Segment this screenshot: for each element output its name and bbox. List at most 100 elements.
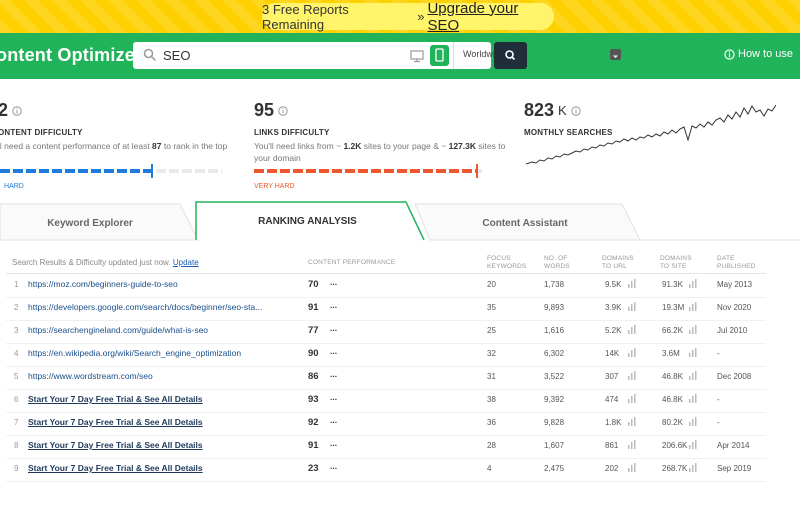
location-divider [453,42,454,69]
content-difficulty-level: HARD [4,183,24,190]
result-url-link[interactable]: https://en.wikipedia.org/wiki/Search_eng… [28,348,296,358]
domains-to-url-value: 14K [605,349,620,358]
upgrade-link[interactable]: Upgrade your SEO [427,0,554,34]
bar-chart-icon[interactable] [627,371,636,380]
info-icon[interactable] [12,105,22,116]
search-icon [505,50,516,61]
bar-chart-icon[interactable] [627,279,636,288]
free-trial-link[interactable]: Start Your 7 Day Free Trial & See All De… [28,463,296,473]
bar-chart-icon[interactable] [627,417,636,426]
promo-arrow: » [417,9,425,24]
bar-chart-icon[interactable] [688,417,697,426]
more-options-button[interactable]: ... [330,392,337,402]
focus-keywords-value: 35 [487,303,496,312]
word-count-value: 3,522 [544,372,565,381]
bar-chart-icon[interactable] [688,440,697,449]
bar-chart-icon[interactable] [627,348,636,357]
col-words[interactable]: NO. OF WORDS [544,255,580,271]
tab-ranking-analysis[interactable]: RANKING ANALYSIS [205,216,410,227]
free-trial-link[interactable]: Start Your 7 Day Free Trial & See All De… [28,440,296,450]
tab-content-assistant[interactable]: Content Assistant [430,218,620,229]
word-count-value: 2,475 [544,464,565,473]
word-count-value: 9,392 [544,395,565,404]
free-trial-link[interactable]: Start Your 7 Day Free Trial & See All De… [28,394,296,404]
links-difficulty-value: 95 [254,100,275,120]
focus-keywords-value: 20 [487,280,496,289]
how-to-use-link[interactable]: How to use [724,48,793,60]
col-domains-url[interactable]: DOMAINS TO URL [602,255,642,271]
bar-chart-icon[interactable] [688,394,697,403]
search-input[interactable] [163,46,403,65]
content-difficulty-bar [0,164,222,178]
mobile-icon[interactable] [430,45,449,66]
more-options-button[interactable]: ... [330,346,337,356]
more-options-button[interactable]: ... [330,369,337,379]
row-index: 8 [14,441,19,450]
table-row[interactable]: 3 https://searchengineland.com/guide/what… [0,320,800,343]
content-performance-score: 70 [308,279,319,290]
table-row[interactable]: 7 Start Your 7 Day Free Trial & See All D… [0,412,800,435]
content-performance-score: 86 [308,371,319,382]
bar-chart-icon[interactable] [688,279,697,288]
more-options-button[interactable]: ... [330,438,337,448]
date-published-value: Nov 2020 [717,303,752,312]
bar-chart-icon[interactable] [627,394,636,403]
search-icon [143,48,157,62]
more-options-button[interactable]: ... [330,461,337,471]
bar-chart-icon[interactable] [627,302,636,311]
word-count-value: 9,893 [544,303,565,312]
focus-keywords-value: 38 [487,395,496,404]
bar-chart-icon[interactable] [688,348,697,357]
content-difficulty-panel: 2 ONTENT DIFFICULTY ll need a content pe… [0,100,238,152]
info-icon[interactable] [278,105,288,116]
domains-to-site-value: 3.6M [662,349,680,358]
content-performance-score: 92 [308,417,319,428]
more-options-button[interactable]: ... [330,300,337,310]
domains-to-site-value: 80.2K [662,418,683,427]
focus-keywords-value: 4 [487,464,492,473]
result-url-link[interactable]: https://searchengineland.com/guide/what-… [28,325,296,335]
date-published-value: - [717,418,720,427]
free-trial-link[interactable]: Start Your 7 Day Free Trial & See All De… [28,417,296,427]
content-performance-score: 93 [308,394,319,405]
table-row[interactable]: 6 Start Your 7 Day Free Trial & See All D… [0,389,800,412]
table-row[interactable]: 5 https://www.wordstream.com/seo 86... 31 3,… [0,366,800,389]
table-row[interactable]: 9 Start Your 7 Day Free Trial & See All D… [0,458,800,481]
tab-keyword-explorer[interactable]: Keyword Explorer [0,218,180,229]
col-domains-site[interactable]: DOMAINS TO SITE [660,255,700,271]
update-link[interactable]: Update [173,258,199,267]
result-url-link[interactable]: https://moz.com/beginners-guide-to-seo [28,279,296,289]
bar-chart-icon[interactable] [688,302,697,311]
col-focus-keywords[interactable]: FOCUS KEYWORDS [487,255,531,271]
col-date-published[interactable]: DATE PUBLISHED [717,255,767,271]
table-row[interactable]: 8 Start Your 7 Day Free Trial & See All D… [0,435,800,458]
content-performance-score: 91 [308,440,319,451]
focus-keywords-value: 31 [487,372,496,381]
domains-to-url-value: 474 [605,395,619,404]
chevron-down-icon[interactable] [610,49,621,60]
bar-chart-icon[interactable] [627,325,636,334]
more-options-button[interactable]: ... [330,323,337,333]
bar-chart-icon[interactable] [688,371,697,380]
table-row[interactable]: 2 https://developers.google.com/search/do… [0,297,800,320]
content-performance-score: 90 [308,348,319,359]
col-content-performance[interactable]: CONTENT PERFORMANCE [308,259,395,267]
result-url-link[interactable]: https://developers.google.com/search/doc… [28,302,296,312]
table-row[interactable]: 4 https://en.wikipedia.org/wiki/Search_en… [0,343,800,366]
table-row[interactable]: 1 https://moz.com/beginners-guide-to-seo 7… [0,274,800,297]
links-difficulty-bar [254,164,482,178]
bar-chart-icon[interactable] [688,463,697,472]
app-title: ontent Optimizer [0,45,143,65]
domains-to-url-value: 202 [605,464,619,473]
bar-chart-icon[interactable] [627,440,636,449]
word-count-value: 1,616 [544,326,565,335]
result-url-link[interactable]: https://www.wordstream.com/seo [28,371,296,381]
content-difficulty-desc: ll need a content performance of at leas… [0,141,228,151]
more-options-button[interactable]: ... [330,415,337,425]
links-difficulty-desc: You'll need links from ~ 1.2K sites to y… [254,141,506,163]
search-button[interactable] [494,42,527,69]
desktop-icon[interactable] [409,47,425,64]
more-options-button[interactable]: ... [330,277,337,287]
bar-chart-icon[interactable] [688,325,697,334]
bar-chart-icon[interactable] [627,463,636,472]
